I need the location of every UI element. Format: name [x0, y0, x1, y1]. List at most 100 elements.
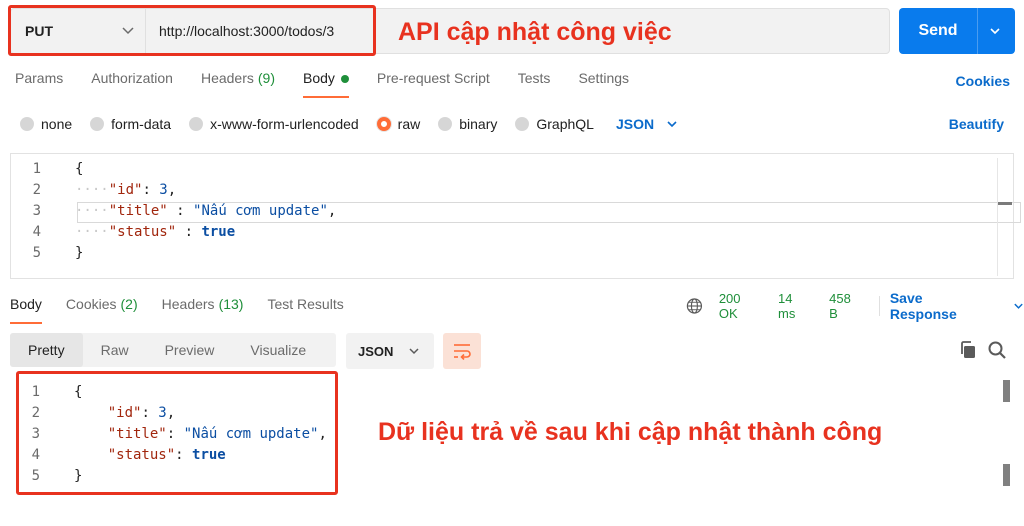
radio-label: x-www-form-urlencoded [210, 116, 359, 132]
scroll-marker [998, 202, 1012, 205]
tab-response-cookies-label: Cookies [65, 296, 117, 312]
cookies-link[interactable]: Cookies [956, 73, 1010, 89]
radio-circle [438, 117, 453, 131]
radio-none[interactable]: none [20, 116, 72, 132]
body-indicator-dot [340, 75, 349, 83]
tab-headers[interactable]: Headers (9) [201, 70, 275, 98]
save-response-label: Save Response [889, 290, 957, 322]
radio-label: none [41, 116, 73, 132]
meta-divider [878, 296, 880, 316]
json-number: 3 [159, 182, 168, 198]
tab-headers-count: (9) [257, 70, 275, 86]
json-colon: : [142, 182, 160, 198]
json-string: "Nấu cơm update" [193, 203, 328, 219]
radio-circle [189, 117, 204, 131]
code-content: { ····"id": 3, ····"title" : "Nấu cơm up… [75, 159, 336, 264]
radio-label: raw [397, 116, 421, 132]
view-visualize[interactable]: Visualize [232, 333, 324, 367]
view-mode-tabs: Pretty Raw Preview Visualize [10, 333, 336, 367]
request-tabs: Params Authorization Headers (9) Body Pre… [15, 70, 657, 98]
radio-label: binary [459, 116, 498, 132]
save-response-button[interactable]: Save Response [890, 290, 1024, 322]
tab-settings[interactable]: Settings [578, 70, 629, 98]
radio-circle [515, 117, 530, 131]
tab-response-cookies[interactable]: Cookies (2) [66, 296, 138, 324]
radio-graphql[interactable]: GraphQL [515, 116, 594, 132]
view-preview[interactable]: Preview [147, 333, 233, 367]
tab-response-cookies-count: (2) [120, 296, 138, 312]
tab-prerequest-script[interactable]: Pre-request Script [377, 70, 490, 98]
response-format-select[interactable]: JSON [346, 333, 434, 369]
scroll-thumb [1003, 380, 1010, 402]
response-time[interactable]: 14 ms [778, 291, 811, 321]
tab-authorization[interactable]: Authorization [91, 70, 173, 98]
line-number: 1 [32, 161, 41, 177]
tab-response-headers[interactable]: Headers (13) [162, 296, 244, 324]
beautify-link[interactable]: Beautify [949, 116, 1004, 132]
format-select[interactable]: JSON [616, 116, 678, 132]
indent-guide: ···· [75, 203, 109, 219]
status-code[interactable]: 200 OK [719, 291, 760, 321]
send-button[interactable]: Send [899, 8, 1015, 54]
copy-icon[interactable] [958, 340, 978, 360]
annotation-top: API cập nhật công việc [398, 18, 672, 46]
chevron-down-icon[interactable] [988, 24, 1002, 38]
tab-headers-label: Headers [200, 70, 254, 86]
tab-body-label: Body [303, 70, 335, 86]
tab-body[interactable]: Body [303, 70, 349, 98]
json-key: "title" [108, 203, 168, 219]
wrap-lines-icon [454, 344, 471, 360]
tab-test-results[interactable]: Test Results [267, 296, 343, 324]
highlight-box-response [16, 371, 338, 495]
globe-icon[interactable] [686, 297, 703, 315]
radio-urlencoded[interactable]: x-www-form-urlencoded [189, 116, 359, 132]
wrap-lines-button[interactable] [443, 333, 481, 369]
chevron-down-icon [667, 121, 677, 128]
line-number: 3 [32, 203, 41, 219]
indent-guide: ···· [75, 182, 109, 198]
radio-circle-selected [376, 117, 391, 131]
json-colon: : [167, 203, 194, 219]
json-colon: : [176, 224, 202, 240]
json-key: "id" [108, 182, 143, 198]
editor-scrollbar[interactable] [997, 158, 1012, 276]
line-number: 4 [32, 224, 41, 240]
tab-response-headers-count: (13) [218, 296, 244, 312]
response-format-label: JSON [358, 343, 394, 359]
radio-form-data[interactable]: form-data [90, 116, 171, 132]
json-comma: , [327, 203, 337, 219]
annotation-bottom: Dữ liệu trả về sau khi cập nhật thành cô… [378, 418, 883, 446]
close-brace: } [75, 245, 84, 261]
tab-tests[interactable]: Tests [518, 70, 551, 98]
body-type-radios: none form-data x-www-form-urlencoded raw… [20, 113, 678, 135]
send-label: Send [918, 22, 958, 39]
open-brace: { [75, 161, 84, 177]
response-scrollbar[interactable] [1003, 380, 1011, 492]
indent-guide: ···· [75, 224, 109, 240]
request-body-editor[interactable]: 1 2 3 4 5 { ····"id": 3, ····"title" : "… [10, 153, 1021, 279]
json-boolean: true [201, 224, 236, 240]
scroll-thumb [1003, 464, 1010, 486]
view-pretty[interactable]: Pretty [10, 333, 83, 367]
json-comma: , [167, 182, 177, 198]
response-tabs: Body Cookies (2) Headers (13) Test Results [10, 296, 368, 324]
highlight-box-request [8, 5, 376, 56]
line-number: 5 [32, 245, 41, 261]
chevron-down-icon [1014, 303, 1023, 309]
radio-label: form-data [111, 116, 172, 132]
radio-binary[interactable]: binary [438, 116, 497, 132]
format-select-label: JSON [615, 116, 655, 132]
view-raw[interactable]: Raw [83, 333, 147, 367]
search-icon[interactable] [987, 340, 1007, 360]
radio-raw[interactable]: raw [376, 116, 421, 132]
chevron-down-icon [409, 348, 419, 355]
tab-response-body[interactable]: Body [10, 296, 42, 324]
tab-response-headers-label: Headers [161, 296, 215, 312]
radio-label: GraphQL [536, 116, 594, 132]
radio-circle [20, 117, 34, 131]
send-divider [977, 8, 978, 54]
response-size[interactable]: 458 B [829, 291, 861, 321]
tab-params[interactable]: Params [15, 70, 63, 98]
line-number: 2 [32, 182, 41, 198]
json-key: "status" [108, 224, 177, 240]
